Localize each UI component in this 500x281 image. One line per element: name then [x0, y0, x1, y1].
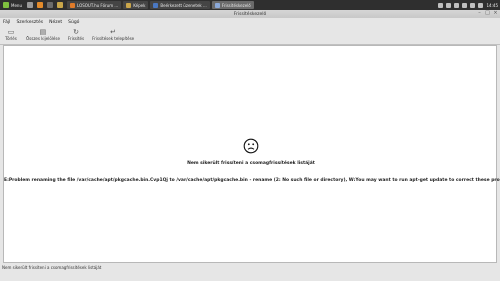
menu-help[interactable]: Súgó [68, 20, 79, 25]
mint-logo-icon [3, 2, 9, 8]
folder-icon [126, 2, 132, 8]
toolbar: ▭ Törlés ▤ Összes kijelölése ↻ Frissítés… [0, 27, 500, 45]
task-label: LOSOUT.hu Fórum ... [76, 2, 119, 8]
window-title: Frissítéskezelő [233, 11, 267, 17]
select-all-button-label: Összes kijelölése [26, 36, 60, 41]
files-icon[interactable] [56, 2, 63, 8]
task-label: Beérkezett üzenetek ... [160, 2, 207, 8]
browser-icon [69, 2, 75, 8]
select-all-icon: ▤ [39, 28, 47, 36]
firefox-icon[interactable] [36, 2, 43, 8]
network-icon[interactable] [446, 2, 452, 8]
titlebar[interactable]: Frissítéskezelő – □ × [0, 10, 500, 18]
show-desktop-icon[interactable] [26, 2, 33, 8]
menu-view[interactable]: Nézet [49, 20, 62, 25]
refresh-button-label: Frissítés [67, 36, 85, 41]
install-updates-button[interactable]: ↵ Frissítések telepítése [92, 28, 134, 41]
terminal-icon[interactable] [46, 2, 53, 8]
close-icon[interactable]: × [493, 11, 498, 16]
maximize-icon[interactable]: □ [485, 11, 490, 16]
menu-file[interactable]: Fájl [3, 20, 10, 25]
update-manager-icon [214, 2, 220, 8]
sad-face-icon [243, 138, 259, 154]
error-heading: Nem sikerült frissíteni a csomagfrissíté… [187, 161, 315, 166]
menu-edit[interactable]: Szerkesztés [16, 20, 43, 25]
battery-icon[interactable] [470, 2, 476, 8]
clear-button[interactable]: ▭ Törlés [4, 28, 18, 41]
clear-button-label: Törlés [5, 36, 17, 41]
install-updates-button-label: Frissítések telepítése [92, 36, 135, 41]
menubar: Fájl Szerkesztés Nézet Súgó [0, 18, 500, 27]
clock[interactable]: 14:45 [486, 3, 498, 8]
start-menu-label: Menu [11, 2, 22, 8]
error-details: E:Problem renaming the file /var/cache/a… [4, 178, 500, 183]
clear-icon: ▭ [7, 28, 15, 36]
start-menu-button[interactable]: Menu [0, 0, 25, 10]
refresh-icon: ↻ [73, 28, 79, 36]
mail-icon [153, 2, 159, 8]
taskbar-task-inbox[interactable]: Beérkezett üzenetek ... [150, 1, 210, 9]
taskbar-task-images[interactable]: Képek [123, 1, 149, 9]
taskbar-task-forum[interactable]: LOSOUT.hu Fórum ... [66, 1, 122, 9]
statusbar: Nem sikerült frissíteni a csomagfrissíté… [0, 264, 500, 271]
select-all-button[interactable]: ▤ Összes kijelölése [26, 28, 60, 41]
volume-icon[interactable] [462, 2, 468, 8]
minimize-icon[interactable]: – [477, 11, 482, 16]
update-list-panel: Nem sikerült frissíteni a csomagfrissíté… [3, 45, 500, 263]
taskbar-task-update-manager[interactable]: Frissítéskezelő [211, 1, 254, 9]
task-label: Frissítéskezelő [221, 2, 251, 8]
flag-icon[interactable] [478, 2, 484, 8]
status-text: Nem sikerült frissíteni a csomagfrissíté… [2, 265, 102, 270]
taskbar: Menu LOSOUT.hu Fórum ... Képek Beérkezet… [0, 0, 500, 10]
install-updates-icon: ↵ [110, 28, 117, 36]
refresh-button[interactable]: ↻ Frissítés [68, 28, 84, 41]
system-tray: 14:45 [438, 0, 498, 10]
shield-icon[interactable] [438, 2, 444, 8]
task-label: Képek [133, 2, 146, 8]
bluetooth-icon[interactable] [454, 2, 460, 8]
